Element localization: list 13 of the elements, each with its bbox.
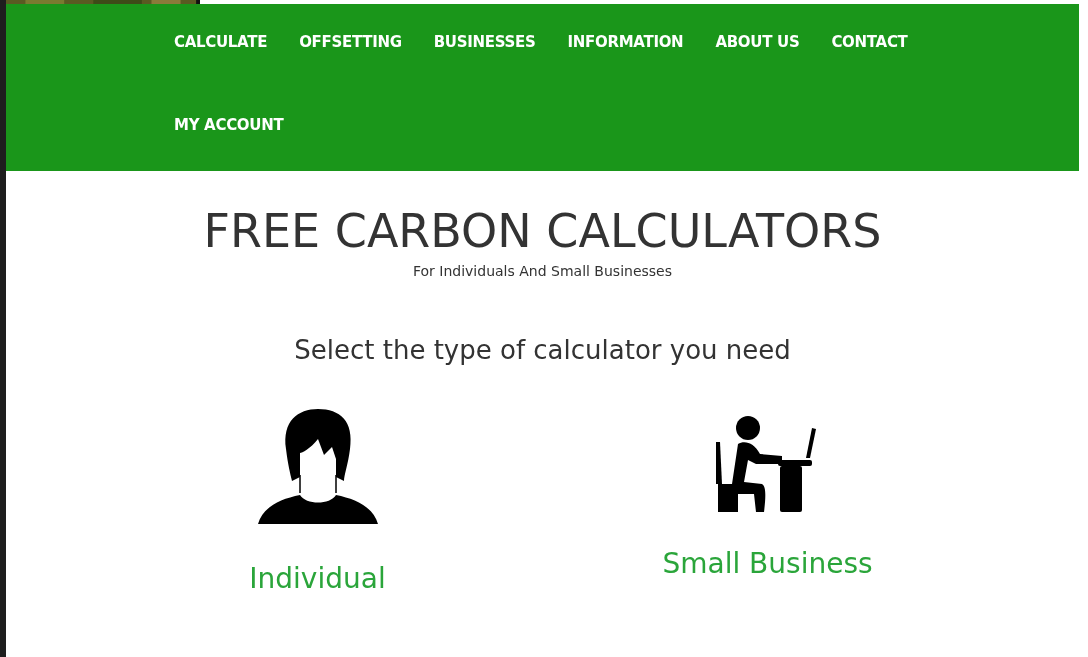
nav-link[interactable]: CALCULATE [174,32,268,52]
page-title: FREE CARBON CALCULATORS [203,203,882,259]
calculator-link[interactable]: Individual [249,562,386,595]
nav-link[interactable]: INFORMATION [567,32,684,52]
nav-link[interactable]: OFFSETTING [299,32,402,52]
nav-link[interactable]: MY ACCOUNT [174,115,284,135]
section-heading: Select the type of calculator you need [294,335,791,365]
calculator-link[interactable]: Small Business [662,547,873,580]
nav-link[interactable]: ABOUT US [715,32,800,52]
page-subtitle: For Individuals And Small Businesses [413,263,672,279]
nav-link[interactable]: BUSINESSES [433,32,536,52]
nav-link[interactable]: CONTACT [831,32,908,52]
person-icon[interactable] [257,409,378,524]
